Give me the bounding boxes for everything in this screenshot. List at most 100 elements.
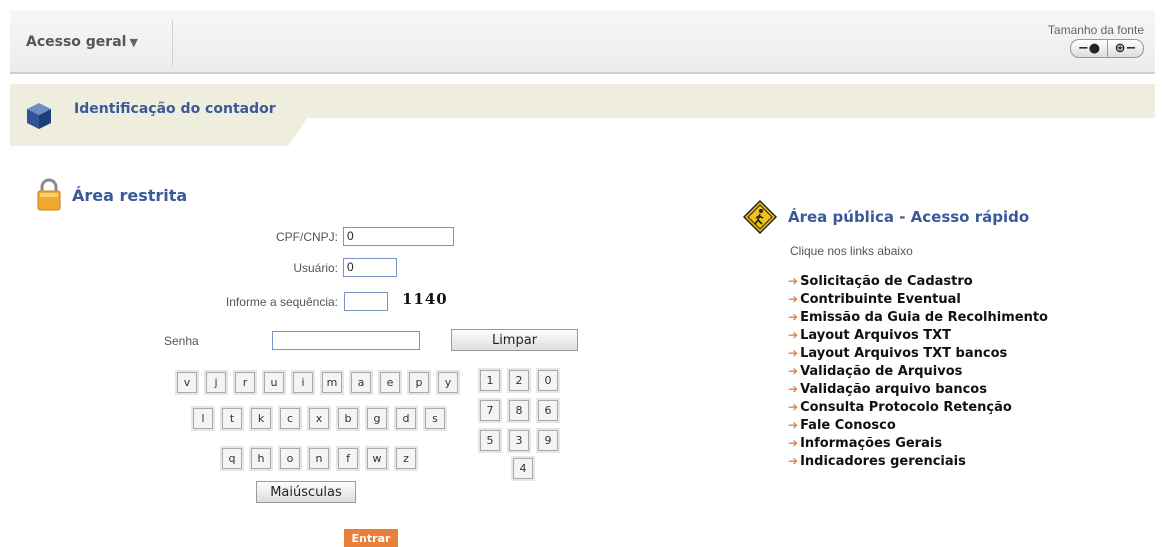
key-row3-0[interactable]: q xyxy=(222,448,242,469)
key-row2-8[interactable]: s xyxy=(425,408,445,429)
arrow-right-icon: ➔ xyxy=(788,418,799,432)
quick-link[interactable]: ➔ Solicitação de Cadastro xyxy=(788,274,1048,292)
password-input[interactable] xyxy=(272,331,420,350)
quick-link-label: Contribuinte Eventual xyxy=(800,292,961,307)
quick-link-label: Emissão da Guia de Recolhimento xyxy=(800,310,1048,325)
caps-button[interactable]: Maiúsculas xyxy=(256,481,356,503)
arrow-right-icon: ➔ xyxy=(788,364,799,378)
quick-link[interactable]: ➔ Layout Arquivos TXT bancos xyxy=(788,346,1048,364)
key-row1-0[interactable]: v xyxy=(177,372,197,393)
quick-link[interactable]: ➔ Layout Arquivos TXT xyxy=(788,328,1048,346)
key-num-6[interactable]: 5 xyxy=(480,430,500,451)
user-input[interactable]: 0 xyxy=(343,258,397,277)
font-size-buttons: −● ⊕− xyxy=(1070,39,1144,58)
divider xyxy=(172,20,173,66)
quick-link-label: Validação arquivo bancos xyxy=(800,382,987,397)
key-row1-5[interactable]: m xyxy=(322,372,342,393)
quick-link-label: Consulta Protocolo Retenção xyxy=(800,400,1012,415)
quick-link[interactable]: ➔ Validação arquivo bancos xyxy=(788,382,1048,400)
quick-link-label: Indicadores gerenciais xyxy=(800,454,966,469)
clear-button[interactable]: Limpar xyxy=(451,329,578,351)
quick-link-label: Validação de Arquivos xyxy=(800,364,963,379)
key-row2-2[interactable]: k xyxy=(251,408,271,429)
quick-link-label: Layout Arquivos TXT bancos xyxy=(800,346,1008,361)
access-dropdown-label: Acesso geral xyxy=(26,34,127,50)
key-row1-3[interactable]: u xyxy=(264,372,284,393)
quick-link-label: Solicitação de Cadastro xyxy=(800,274,973,289)
quick-link[interactable]: ➔ Consulta Protocolo Retenção xyxy=(788,400,1048,418)
quick-link-label: Layout Arquivos TXT xyxy=(800,328,952,343)
key-row1-9[interactable]: y xyxy=(438,372,458,393)
top-bar: Acesso geral ▼ Tamanho da fonte −● ⊕− xyxy=(10,10,1155,74)
key-num-0[interactable]: 1 xyxy=(480,370,500,391)
submit-button[interactable]: Entrar xyxy=(344,529,398,547)
font-size-control: Tamanho da fonte −● ⊕− xyxy=(1048,23,1144,58)
quick-links: ➔ Solicitação de Cadastro ➔ Contribuinte E… xyxy=(788,274,1048,472)
key-row1-8[interactable]: p xyxy=(409,372,429,393)
arrow-right-icon: ➔ xyxy=(788,310,799,324)
public-area-subtitle: Clique nos links abaixo xyxy=(790,244,913,258)
key-row2-6[interactable]: g xyxy=(367,408,387,429)
key-row3-1[interactable]: h xyxy=(251,448,271,469)
key-num-4[interactable]: 8 xyxy=(509,400,529,421)
quick-link[interactable]: ➔ Informações Gerais xyxy=(788,436,1048,454)
cpf-label: CPF/CNPJ: xyxy=(275,230,338,244)
quick-link[interactable]: ➔ Indicadores gerenciais xyxy=(788,454,1048,472)
restricted-area-title: Área restrita xyxy=(72,186,188,205)
cube-icon xyxy=(27,103,51,129)
key-row1-1[interactable]: j xyxy=(206,372,226,393)
key-num-5[interactable]: 6 xyxy=(538,400,558,421)
chevron-down-icon: ▼ xyxy=(129,36,138,49)
key-num-7[interactable]: 3 xyxy=(509,430,529,451)
page-title: Identificação do contador xyxy=(74,101,276,117)
key-row2-5[interactable]: b xyxy=(338,408,358,429)
key-row2-4[interactable]: x xyxy=(309,408,329,429)
key-row1-7[interactable]: e xyxy=(380,372,400,393)
quick-link[interactable]: ➔ Fale Conosco xyxy=(788,418,1048,436)
user-label: Usuário: xyxy=(293,261,338,275)
cpf-input[interactable]: 0 xyxy=(343,227,454,246)
font-increase-button[interactable]: ⊕− xyxy=(1107,40,1143,57)
arrow-right-icon: ➔ xyxy=(788,382,799,396)
public-area-title: Área pública - Acesso rápido xyxy=(788,208,1030,226)
captcha-code: 1140 xyxy=(402,290,448,308)
arrow-right-icon: ➔ xyxy=(788,292,799,306)
sequence-label: Informe a sequência: xyxy=(225,295,338,309)
lock-icon xyxy=(37,178,61,211)
quick-link-label: Informações Gerais xyxy=(800,436,943,451)
key-row3-5[interactable]: w xyxy=(367,448,387,469)
key-num-3[interactable]: 7 xyxy=(480,400,500,421)
key-row2-3[interactable]: c xyxy=(280,408,300,429)
key-row2-7[interactable]: d xyxy=(396,408,416,429)
quick-link[interactable]: ➔ Emissão da Guia de Recolhimento xyxy=(788,310,1048,328)
warning-pedestrian-icon xyxy=(743,200,777,234)
key-row2-1[interactable]: t xyxy=(222,408,242,429)
minus-circle-icon: −● xyxy=(1077,41,1101,56)
quick-link[interactable]: ➔ Contribuinte Eventual xyxy=(788,292,1048,310)
arrow-right-icon: ➔ xyxy=(788,436,799,450)
sequence-input[interactable] xyxy=(344,292,388,311)
arrow-right-icon: ➔ xyxy=(788,400,799,414)
font-size-label: Tamanho da fonte xyxy=(1047,23,1144,37)
key-row1-4[interactable]: i xyxy=(293,372,313,393)
key-row2-0[interactable]: l xyxy=(193,408,213,429)
key-num-1[interactable]: 2 xyxy=(509,370,529,391)
key-row3-2[interactable]: o xyxy=(280,448,300,469)
plus-circle-icon: ⊕− xyxy=(1114,41,1137,56)
key-row3-4[interactable]: f xyxy=(338,448,358,469)
key-num-8[interactable]: 9 xyxy=(538,430,558,451)
arrow-right-icon: ➔ xyxy=(788,328,799,342)
quick-link[interactable]: ➔ Validação de Arquivos xyxy=(788,364,1048,382)
key-num-2[interactable]: 0 xyxy=(538,370,558,391)
arrow-right-icon: ➔ xyxy=(788,346,799,360)
key-row3-6[interactable]: z xyxy=(396,448,416,469)
key-row1-6[interactable]: a xyxy=(351,372,371,393)
access-dropdown[interactable]: Acesso geral ▼ xyxy=(26,34,138,50)
key-num-9[interactable]: 4 xyxy=(513,458,533,479)
arrow-right-icon: ➔ xyxy=(788,274,799,288)
key-row1-2[interactable]: r xyxy=(235,372,255,393)
font-decrease-button[interactable]: −● xyxy=(1071,40,1107,57)
key-row3-3[interactable]: n xyxy=(309,448,329,469)
section-banner: Identificação do contador xyxy=(10,84,1155,146)
password-label: Senha xyxy=(164,334,199,348)
